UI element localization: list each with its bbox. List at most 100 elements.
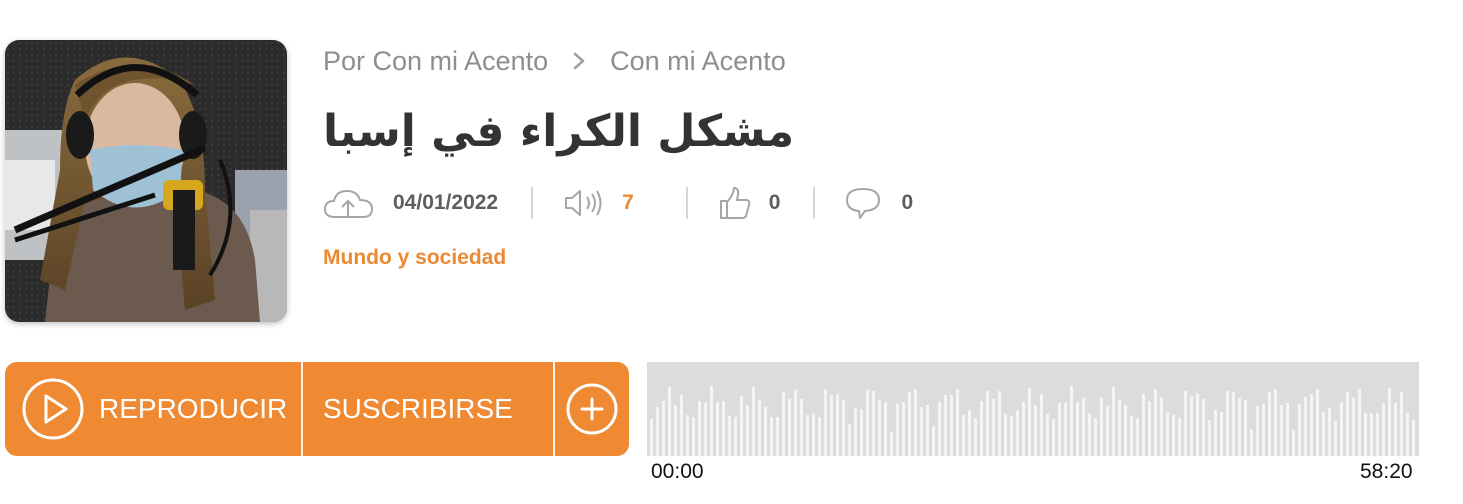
waveform-bar [896,404,899,456]
waveform-bar [938,402,941,456]
waveform-bar [830,395,833,456]
waveform-bar [872,391,875,456]
waveform-bar [1334,421,1337,456]
waveform-bar [1304,397,1307,456]
waveform [650,386,1415,456]
waveform-bar [710,386,713,456]
waveform-bar [1202,399,1205,456]
waveform-bar [1280,405,1283,456]
waveform-bar [950,395,953,456]
waveform-bar [878,400,881,456]
waveform-bar [1358,389,1361,456]
cover-image [5,40,287,322]
waveform-bar [1316,389,1319,456]
waveform-bar [1238,398,1241,456]
waveform-bar [1178,418,1181,456]
action-bar: REPRODUCIR SUSCRIBIRSE [5,362,629,456]
waveform-bar [716,402,719,456]
episode-cover[interactable] [5,40,287,322]
comment-icon[interactable] [845,186,881,220]
waveform-bar [1382,403,1385,456]
waveform-seekbar[interactable] [647,362,1419,456]
waveform-bar [1016,410,1019,456]
waveform-bar [968,410,971,456]
waveform-bar [734,417,737,456]
waveform-bar [806,415,809,456]
waveform-bar [1364,413,1367,456]
author-link[interactable]: Por Con mi Acento [323,46,548,77]
waveform-bar [836,394,839,456]
waveform-bar [1370,413,1373,456]
waveform-bar [1124,405,1127,456]
waveform-bar [1064,403,1067,456]
publish-date: 04/01/2022 [393,191,499,214]
waveform-bar [866,390,869,456]
waveform-bar [722,401,725,456]
subscribe-button[interactable]: SUSCRIBIRSE [303,362,553,456]
waveform-bar [680,395,683,456]
waveform-bar [752,387,755,456]
waveform-bar [1046,414,1049,456]
waveform-bar [692,417,695,456]
category-link[interactable]: Mundo y sociedad [323,246,506,270]
waveform-bar [1328,408,1331,456]
waveform-bar [998,391,1001,456]
waveform-bar [1388,388,1391,456]
waveform-bar [1376,413,1379,456]
waveform-bar [674,405,677,456]
waveform-bar [854,408,857,456]
waveform-bar [1292,430,1295,456]
waveform-bar [1220,412,1223,456]
waveform-bar [782,392,785,456]
speaker-icon [564,188,604,218]
waveform-bar [704,403,707,456]
waveform-bar [974,418,977,456]
waveform-bar [992,399,995,456]
waveform-bar [1190,396,1193,456]
waveform-bar [1274,389,1277,456]
waveform-bar [908,392,911,456]
waveform-bar [794,390,797,456]
waveform-bar [686,415,689,456]
waveform-bar [1172,415,1175,456]
waveform-bar [1322,412,1325,456]
waveform-bar [1100,398,1103,456]
waveform-bar [698,401,701,456]
waveform-bar [1196,393,1199,456]
waveform-bar [1400,392,1403,456]
like-count: 0 [768,191,781,214]
waveform-bar [728,416,731,456]
waveform-bar [1142,394,1145,456]
waveform-bar [1136,418,1139,456]
waveform-bar [980,401,983,456]
waveform-bar [788,399,791,456]
comment-count: 0 [901,191,914,214]
waveform-bar [1112,387,1115,456]
waveform-bar [1028,388,1031,456]
more-options-button[interactable] [555,362,629,456]
waveform-bar [1184,391,1187,456]
waveform-bar [1160,398,1163,456]
thumbs-up-icon[interactable] [719,186,751,220]
waveform-bar [1250,429,1253,456]
waveform-bar [776,417,779,456]
waveform-bar [812,413,815,456]
upload-cloud-icon [323,186,375,220]
waveform-bar [1340,402,1343,456]
waveform-bar [842,400,845,456]
waveform-bar [926,405,929,456]
waveform-bar [902,402,905,456]
show-link[interactable]: Con mi Acento [610,46,786,77]
waveform-bar [884,402,887,456]
waveform-bar [914,389,917,456]
divider [553,362,555,456]
waveform-bar [1058,403,1061,456]
waveform-bar [1130,416,1133,456]
waveform-bar [800,399,803,456]
waveform-bar [1094,418,1097,456]
waveform-bar [986,391,989,456]
waveform-bar [1106,406,1109,456]
divider [301,362,303,456]
subscribe-label: SUSCRIBIRSE [323,393,513,424]
play-button[interactable]: REPRODUCIR [5,362,301,456]
